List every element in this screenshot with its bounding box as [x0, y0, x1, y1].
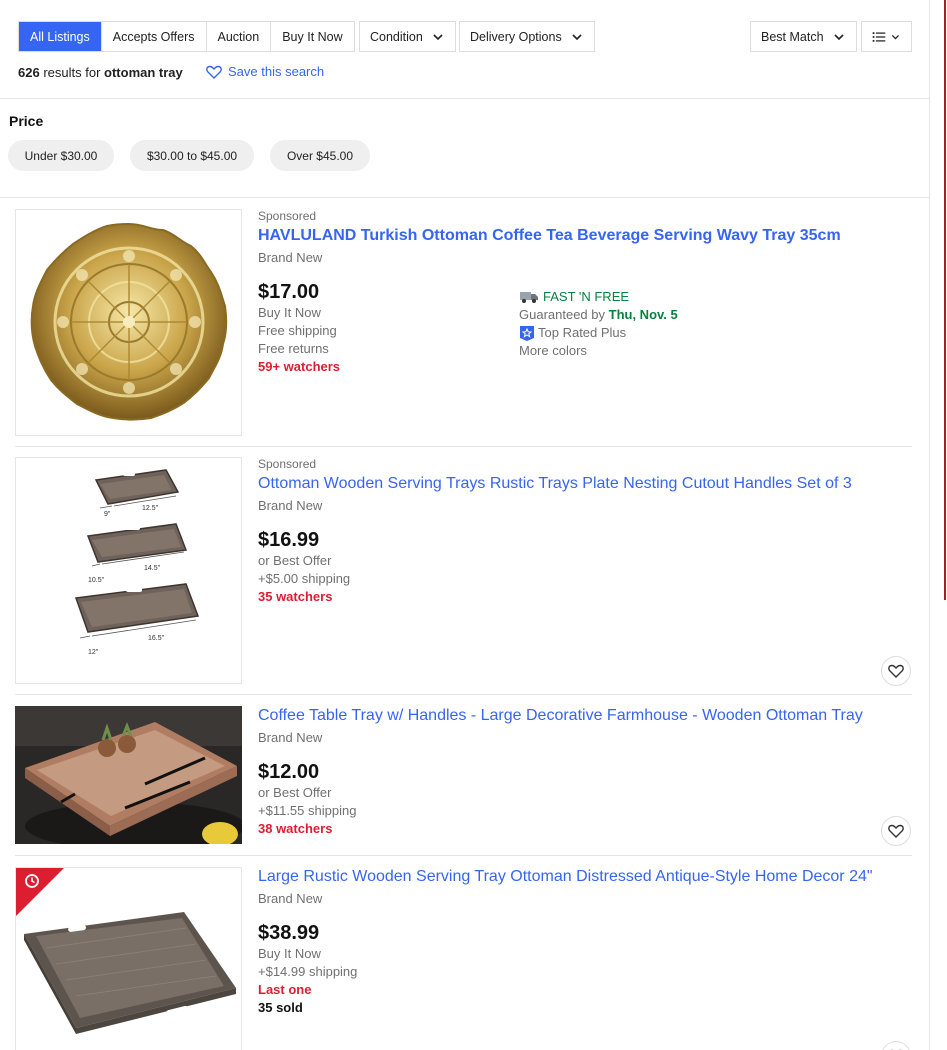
delivery-options-dropdown[interactable]: Delivery Options: [459, 21, 595, 52]
list-item: Sponsored HAVLULAND Turkish Ottoman Coff…: [15, 209, 912, 436]
results-summary: 626 results for ottoman tray: [18, 65, 183, 80]
delivery-label: Delivery Options: [470, 29, 562, 44]
item-divider: [15, 446, 912, 447]
listing-type-tabs: All Listings Accepts Offers Auction Buy …: [18, 21, 355, 52]
chevron-down-icon: [572, 33, 582, 40]
sort-label: Best Match: [761, 29, 824, 44]
item-condition: Brand New: [258, 250, 323, 265]
nesting-trays-image: 9" 12.5" 10.5" 14.5" 12" 16.5": [74, 469, 200, 656]
item-condition: Brand New: [258, 498, 323, 513]
tab-auction[interactable]: Auction: [205, 22, 271, 51]
item-price: $16.99: [258, 529, 320, 551]
watchers-count: 59+ watchers: [258, 359, 341, 374]
condition-dropdown[interactable]: Condition: [359, 21, 456, 52]
chevron-down-icon: [433, 33, 443, 40]
divider: [0, 98, 930, 99]
top-rated-badge-icon: [520, 325, 534, 341]
condition-label: Condition: [370, 29, 423, 44]
item-delivery-info: FAST 'N FREE Guaranteed by Thu, Nov. 5 T…: [519, 288, 678, 360]
heart-icon: [888, 664, 904, 678]
more-colors: More colors: [519, 343, 587, 358]
shipping-info: +$5.00 shipping: [258, 571, 351, 586]
buying-format: Buy It Now: [258, 946, 321, 961]
item-image[interactable]: [15, 706, 242, 844]
chevron-down-icon: [833, 33, 844, 40]
item-image[interactable]: 9" 12.5" 10.5" 14.5" 12" 16.5": [15, 457, 242, 684]
item-title-link[interactable]: HAVLULAND Turkish Ottoman Coffee Tea Bev…: [258, 226, 908, 246]
top-rated-plus: Top Rated Plus: [519, 324, 678, 342]
list-item: Coffee Table Tray w/ Handles - Large Dec…: [15, 706, 912, 846]
save-search-link[interactable]: Save this search: [206, 64, 324, 79]
shipping-info: +$11.55 shipping: [258, 803, 357, 818]
guaranteed-date: Thu, Nov. 5: [608, 307, 678, 322]
scroll-marker: [944, 0, 946, 600]
truck-icon: [520, 292, 538, 303]
tab-accepts-offers[interactable]: Accepts Offers: [100, 22, 206, 51]
list-item: 9" 12.5" 10.5" 14.5" 12" 16.5" Sponsored…: [15, 457, 912, 686]
watch-button[interactable]: [881, 1041, 911, 1050]
price-chip-under-30[interactable]: Under $30.00: [8, 140, 114, 171]
item-price: $12.00: [258, 761, 320, 783]
price-filter-title: Price: [9, 113, 44, 129]
watch-button[interactable]: [881, 656, 911, 686]
view-toggle-dropdown[interactable]: [861, 21, 912, 52]
chevron-down-icon: [891, 34, 900, 39]
watchers-count: 38 watchers: [258, 821, 333, 836]
item-price: $38.99: [258, 922, 320, 944]
item-title-link[interactable]: Ottoman Wooden Serving Trays Rustic Tray…: [258, 474, 908, 494]
item-title-link[interactable]: Large Rustic Wooden Serving Tray Ottoman…: [258, 867, 908, 887]
last-one-label: Last one: [258, 982, 312, 997]
sponsored-label: Sponsored: [258, 209, 317, 223]
dimension-label: 16.5": [148, 635, 165, 642]
price-chip-30-to-45[interactable]: $30.00 to $45.00: [130, 140, 254, 171]
dimension-label: 9": [104, 511, 111, 518]
sold-count: 35 sold: [258, 1000, 303, 1015]
divider: [0, 197, 930, 198]
item-condition: Brand New: [258, 891, 323, 906]
dimension-label: 12.5": [142, 505, 159, 512]
fast-n-free-label: FAST 'N FREE: [543, 289, 630, 304]
item-condition: Brand New: [258, 730, 323, 745]
tab-all-listings[interactable]: All Listings: [19, 22, 101, 51]
results-count: 626: [18, 65, 40, 80]
guaranteed-delivery: Guaranteed by Thu, Nov. 5: [519, 306, 678, 324]
results-text: results for: [43, 65, 101, 80]
dimension-label: 14.5": [144, 565, 161, 572]
item-info: Sponsored HAVLULAND Turkish Ottoman Coff…: [258, 209, 908, 376]
listing-type-segment: All Listings Accepts Offers Auction Buy …: [18, 21, 355, 52]
item-image[interactable]: [15, 867, 242, 1050]
search-query: ottoman tray: [104, 65, 183, 80]
farmhouse-tray-image: [15, 706, 242, 844]
list-item: Large Rustic Wooden Serving Tray Ottoman…: [15, 867, 912, 1050]
item-title-link[interactable]: Coffee Table Tray w/ Handles - Large Dec…: [258, 706, 908, 726]
heart-icon: [206, 65, 222, 79]
item-info: Sponsored Ottoman Wooden Serving Trays R…: [258, 457, 908, 606]
save-search-label: Save this search: [228, 64, 325, 79]
best-offer-label: or Best Offer: [258, 553, 332, 568]
gold-tray-image: [30, 222, 228, 421]
top-rated-label: Top Rated Plus: [538, 325, 627, 340]
item-divider: [15, 855, 912, 856]
watch-button[interactable]: [881, 816, 911, 846]
fast-n-free: FAST 'N FREE: [519, 288, 678, 306]
dimension-label: 10.5": [88, 577, 105, 584]
sort-dropdown[interactable]: Best Match: [750, 21, 857, 52]
best-offer-label: or Best Offer: [258, 785, 332, 800]
item-info: Coffee Table Tray w/ Handles - Large Dec…: [258, 706, 908, 838]
heart-icon: [888, 824, 904, 838]
guaranteed-prefix: Guaranteed by: [519, 307, 606, 322]
sponsored-label: Sponsored: [258, 457, 317, 471]
tab-buy-it-now[interactable]: Buy It Now: [270, 22, 354, 51]
dimension-label: 12": [88, 649, 99, 656]
shipping-info: +$14.99 shipping: [258, 964, 358, 979]
item-image[interactable]: [15, 209, 242, 436]
clock-icon: [25, 874, 39, 888]
item-info: Large Rustic Wooden Serving Tray Ottoman…: [258, 867, 908, 1017]
item-divider: [15, 694, 912, 695]
watchers-count: 35 watchers: [258, 589, 333, 604]
price-chip-over-45[interactable]: Over $45.00: [270, 140, 370, 171]
list-view-icon: [872, 31, 886, 42]
